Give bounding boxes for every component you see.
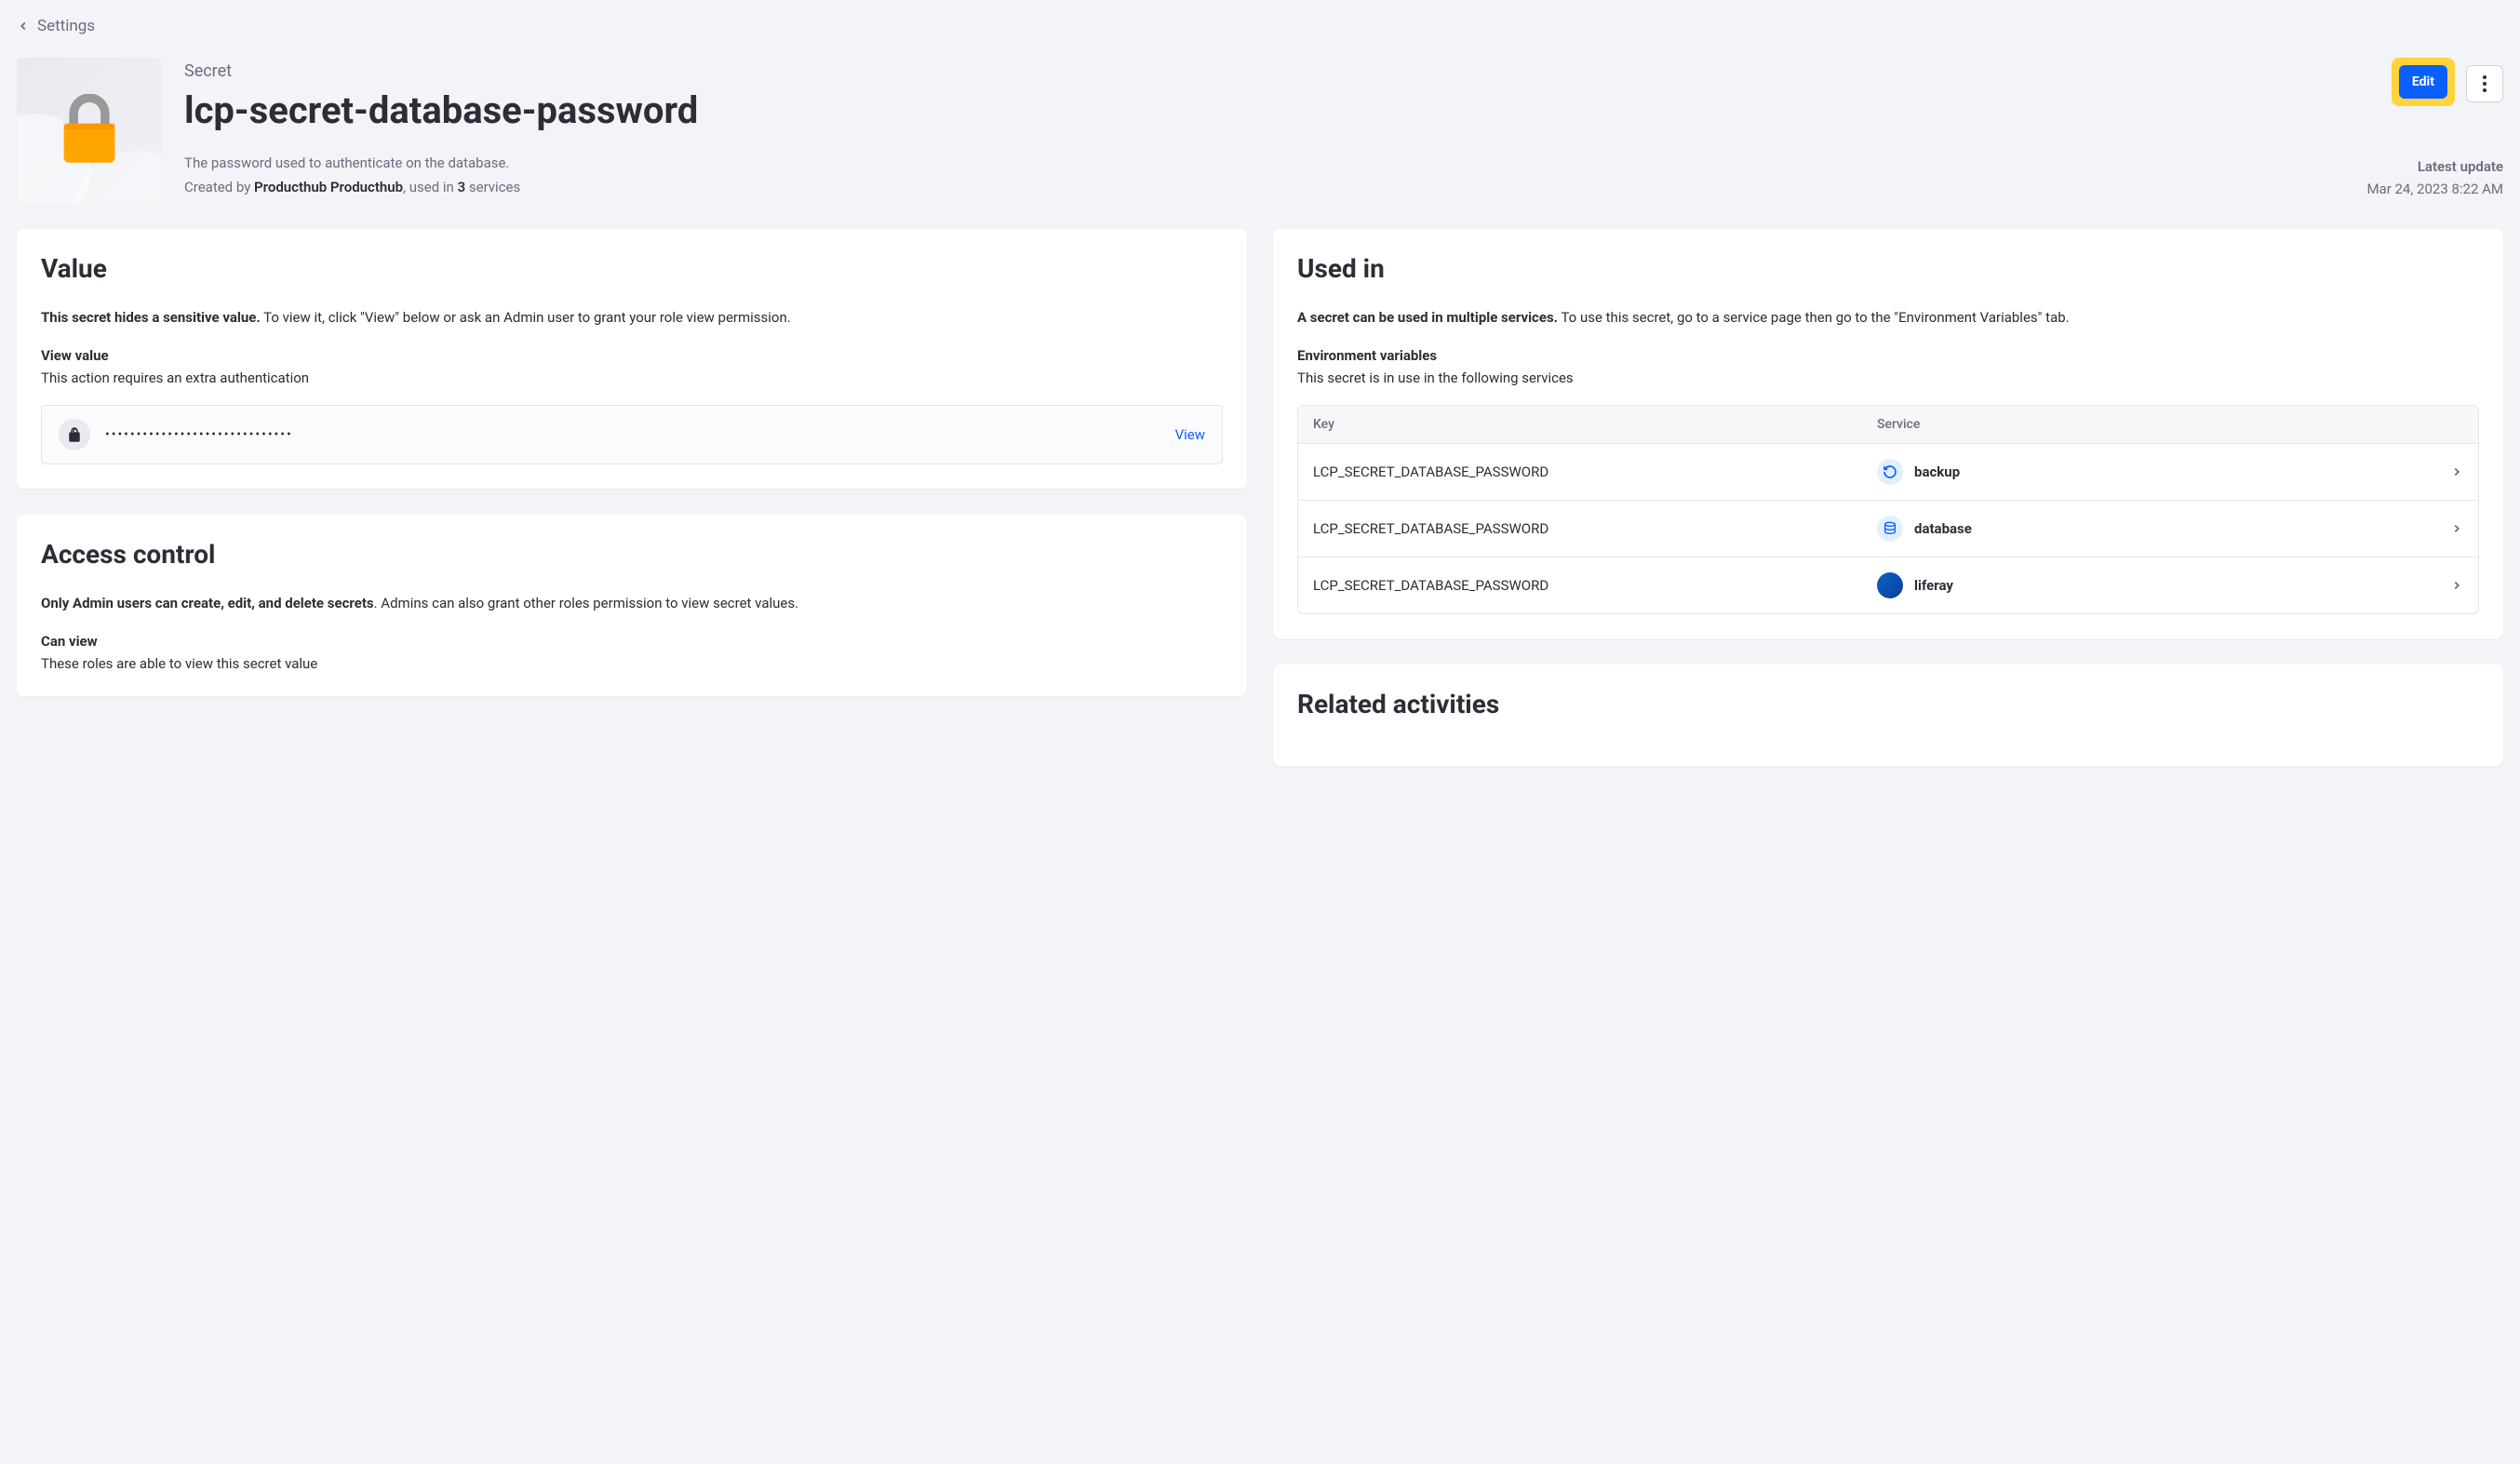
page-header: Secret lcp-secret-database-password The … xyxy=(17,58,2503,203)
card-heading: Related activities xyxy=(1297,689,2479,719)
cell-service: database xyxy=(1877,516,2441,542)
cell-service: backup xyxy=(1877,459,2441,485)
page-title: lcp-secret-database-password xyxy=(184,88,2344,132)
edit-button-highlight: Edit xyxy=(2392,58,2455,106)
access-control-card: Access control Only Admin users can crea… xyxy=(17,515,1247,696)
cell-key: LCP_SECRET_DATABASE_PASSWORD xyxy=(1313,463,1877,480)
view-value-heading: View value xyxy=(41,347,1223,364)
latest-update-date: Mar 24, 2023 8:22 AM xyxy=(2366,181,2503,197)
edit-button[interactable]: Edit xyxy=(2399,65,2447,99)
table-row[interactable]: LCP_SECRET_DATABASE_PASSWORD liferay xyxy=(1298,557,2478,613)
used-description: A secret can be used in multiple service… xyxy=(1297,306,2479,329)
masked-value: •••••••••••••••••••••••••••••• xyxy=(105,427,1160,442)
backup-icon xyxy=(1877,459,1903,485)
service-name: database xyxy=(1914,520,1972,537)
service-name: backup xyxy=(1914,463,1960,480)
table-row[interactable]: LCP_SECRET_DATABASE_PASSWORD database xyxy=(1298,501,2478,557)
liferay-icon xyxy=(1877,572,1903,598)
services-table: Key Service LCP_SECRET_DATABASE_PASSWORD… xyxy=(1297,405,2479,614)
th-service: Service xyxy=(1877,417,2441,432)
card-heading: Value xyxy=(41,253,1223,284)
cell-key: LCP_SECRET_DATABASE_PASSWORD xyxy=(1313,520,1877,537)
env-vars-heading: Environment variables xyxy=(1297,347,2479,364)
database-icon xyxy=(1877,516,1903,542)
used-in-card: Used in A secret can be used in multiple… xyxy=(1273,229,2503,638)
breadcrumb-label: Settings xyxy=(37,17,95,35)
value-card: Value This secret hides a sensitive valu… xyxy=(17,229,1247,489)
card-heading: Access control xyxy=(41,539,1223,570)
lock-icon xyxy=(59,419,90,450)
access-description: Only Admin users can create, edit, and d… xyxy=(41,592,1223,614)
chevron-right-icon xyxy=(2441,465,2463,478)
breadcrumb[interactable]: Settings xyxy=(17,17,2503,35)
chevron-left-icon xyxy=(17,20,30,33)
cell-key: LCP_SECRET_DATABASE_PASSWORD xyxy=(1313,577,1877,594)
chevron-right-icon xyxy=(2441,579,2463,592)
created-by: Created by Producthub Producthub, used i… xyxy=(184,179,2344,195)
view-button[interactable]: View xyxy=(1175,426,1205,443)
dots-vertical-icon xyxy=(2483,75,2486,92)
env-vars-text: This secret is in use in the following s… xyxy=(1297,369,2479,386)
latest-update-label: Latest update xyxy=(2418,158,2503,175)
related-activities-card: Related activities xyxy=(1273,665,2503,766)
table-row[interactable]: LCP_SECRET_DATABASE_PASSWORD backup xyxy=(1298,444,2478,501)
eyebrow: Secret xyxy=(184,61,2344,81)
value-description: This secret hides a sensitive value. To … xyxy=(41,306,1223,329)
secret-value-box: •••••••••••••••••••••••••••••• View xyxy=(41,405,1223,464)
more-menu-button[interactable] xyxy=(2466,65,2503,102)
can-view-heading: Can view xyxy=(41,633,1223,650)
th-key: Key xyxy=(1313,417,1877,432)
table-header: Key Service xyxy=(1298,406,2478,444)
card-heading: Used in xyxy=(1297,253,2479,284)
cell-service: liferay xyxy=(1877,572,2441,598)
service-name: liferay xyxy=(1914,577,1953,594)
view-value-text: This action requires an extra authentica… xyxy=(41,369,1223,386)
can-view-text: These roles are able to view this secret… xyxy=(41,655,1223,672)
description: The password used to authenticate on the… xyxy=(184,154,2344,171)
chevron-right-icon xyxy=(2441,522,2463,535)
secret-icon xyxy=(17,58,162,203)
